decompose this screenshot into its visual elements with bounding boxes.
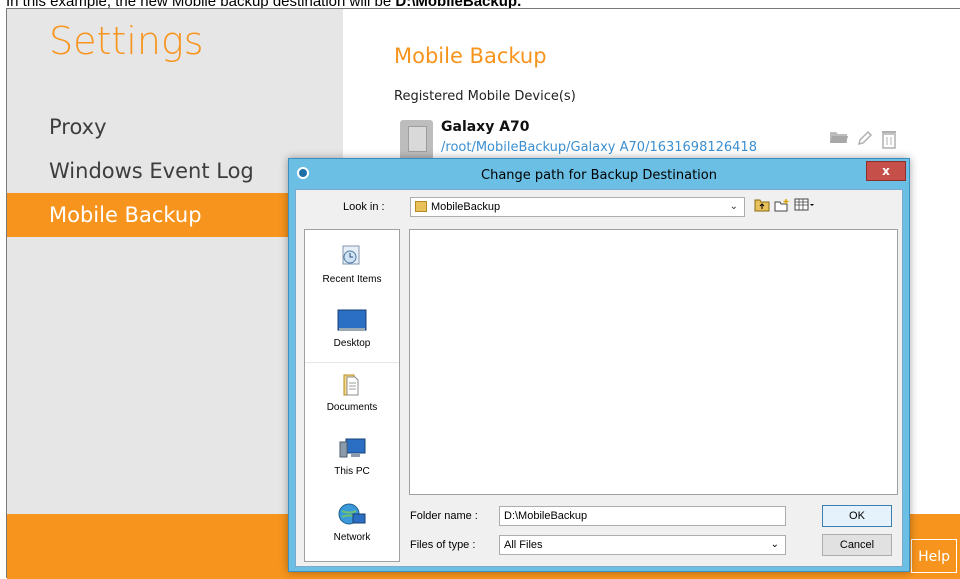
place-label: Documents bbox=[326, 402, 378, 413]
files-of-type-select[interactable]: All Files ⌄ bbox=[499, 535, 786, 555]
look-in-label: Look in : bbox=[343, 201, 385, 213]
files-of-type-label: Files of type : bbox=[410, 539, 476, 551]
documents-icon bbox=[337, 372, 367, 398]
device-name: Galaxy A70 bbox=[441, 119, 530, 135]
help-button[interactable]: Help bbox=[911, 539, 957, 573]
place-desktop[interactable]: Desktop bbox=[305, 298, 399, 363]
registered-devices-label: Registered Mobile Device(s) bbox=[394, 89, 576, 104]
view-menu-icon[interactable] bbox=[794, 198, 816, 214]
change-path-dialog: Change path for Backup Destination x Loo… bbox=[288, 158, 910, 572]
place-documents[interactable]: Documents bbox=[305, 362, 399, 426]
mobile-device-icon bbox=[400, 120, 433, 160]
folder-name-input[interactable]: D:\MobileBackup bbox=[499, 506, 786, 526]
new-folder-icon[interactable] bbox=[774, 198, 790, 214]
open-folder-icon[interactable] bbox=[829, 129, 849, 151]
network-icon bbox=[337, 502, 367, 528]
look-in-select[interactable]: MobileBackup ⌄ bbox=[410, 197, 745, 217]
delete-trash-icon[interactable] bbox=[879, 129, 899, 151]
dialog-title: Change path for Backup Destination bbox=[481, 168, 717, 183]
place-this-pc[interactable]: This PC bbox=[305, 426, 399, 490]
this-pc-icon bbox=[337, 436, 367, 462]
settings-title: Settings bbox=[49, 19, 204, 63]
place-network[interactable]: Network bbox=[305, 492, 399, 556]
place-recent-items[interactable]: Recent Items bbox=[305, 234, 399, 298]
chevron-down-icon: ⌄ bbox=[729, 201, 738, 212]
look-in-value: MobileBackup bbox=[431, 201, 501, 213]
folder-name-label: Folder name : bbox=[410, 510, 478, 522]
places-bar: Recent Items Desktop Documents This PC N… bbox=[304, 229, 400, 562]
edit-pencil-icon[interactable] bbox=[855, 129, 875, 151]
place-label: Recent Items bbox=[322, 274, 382, 285]
ok-button[interactable]: OK bbox=[822, 505, 892, 527]
dialog-close-button[interactable]: x bbox=[866, 161, 906, 181]
chevron-down-icon: ⌄ bbox=[770, 539, 779, 550]
page-title: Mobile Backup bbox=[394, 44, 547, 68]
dialog-body: Look in : MobileBackup ⌄ Recent Items De… bbox=[295, 189, 903, 567]
file-list-pane[interactable] bbox=[409, 229, 898, 495]
place-label: Network bbox=[333, 532, 371, 543]
up-one-level-icon[interactable] bbox=[754, 198, 770, 214]
place-label: Desktop bbox=[333, 338, 371, 349]
sidebar-item-proxy[interactable]: Proxy bbox=[7, 105, 343, 149]
device-path-link[interactable]: /root/MobileBackup/Galaxy A70/1631698126… bbox=[441, 140, 757, 155]
desktop-icon bbox=[337, 308, 367, 334]
place-label: This PC bbox=[334, 466, 370, 477]
cancel-button[interactable]: Cancel bbox=[822, 534, 892, 556]
recent-items-icon bbox=[337, 244, 367, 270]
files-of-type-value: All Files bbox=[504, 539, 543, 551]
folder-icon bbox=[415, 201, 427, 212]
